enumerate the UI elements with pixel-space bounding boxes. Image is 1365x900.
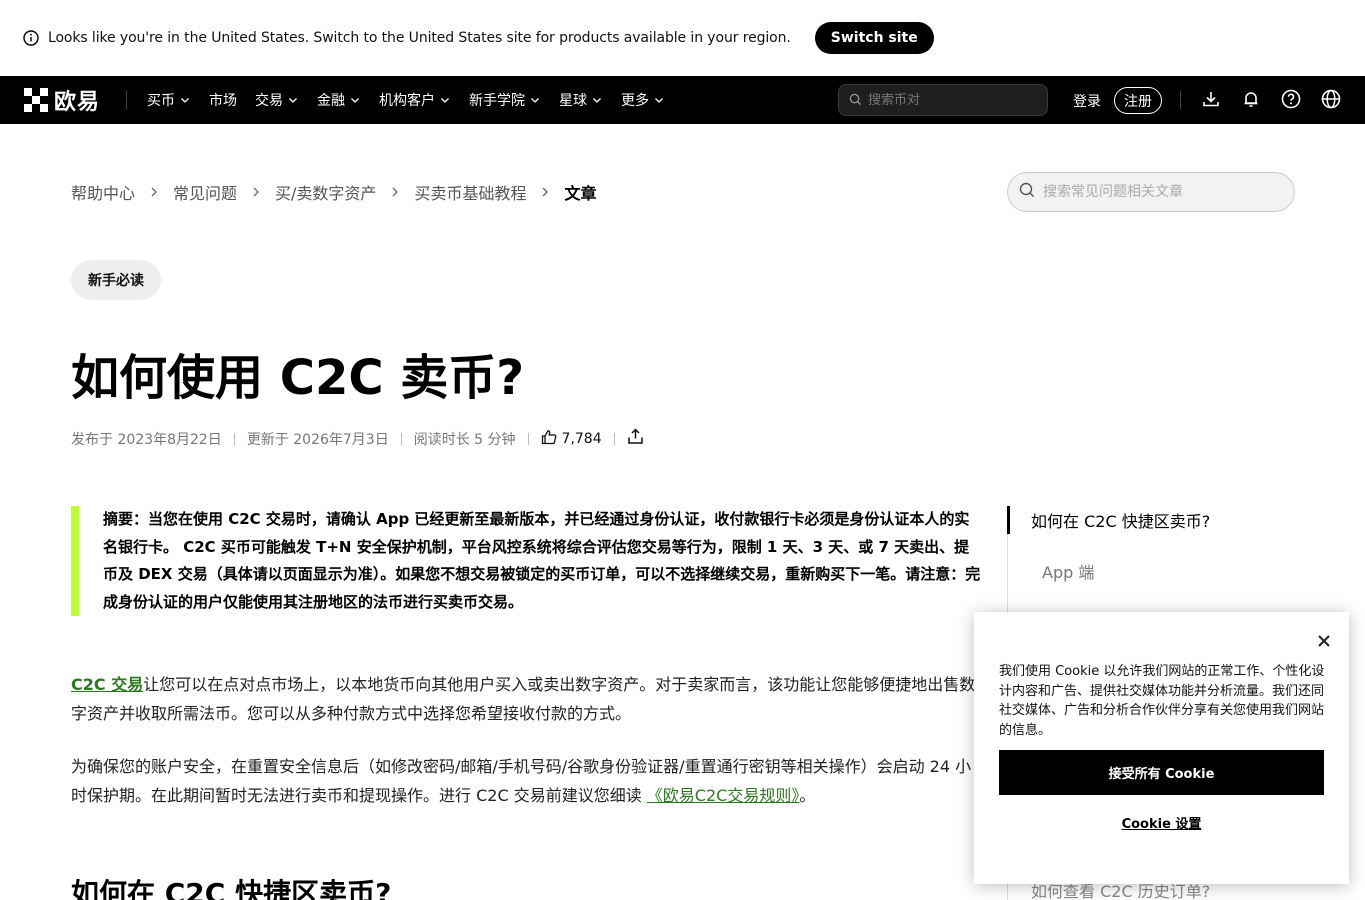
nav-item-label: 星球 — [559, 93, 588, 109]
cookie-text: 我们使用 Cookie 以允许我们网站的正常工作、个性化设计内容和广告、提供社交… — [999, 664, 1325, 738]
nav-item-more[interactable]: 更多 — [621, 90, 665, 110]
top-nav: 欧易 买币 市场 交易 金融 机构客户 新手学院 星球 更多 登录 注册 — [0, 76, 1365, 124]
article-meta: 发布于 2023年8月22日 更新于 2026年7月3日 阅读时长 5 分钟 7… — [71, 428, 644, 449]
article-tag[interactable]: 新手必读 — [71, 260, 161, 300]
breadcrumb-item-buy-sell[interactable]: 买/卖数字资产 — [275, 180, 376, 204]
globe-icon[interactable] — [1320, 88, 1342, 110]
thumbs-up-icon — [541, 429, 557, 449]
meta-divider — [400, 432, 402, 445]
breadcrumb-item-faq[interactable]: 常见问题 — [173, 180, 237, 204]
nav-item-trade[interactable]: 交易 — [255, 90, 299, 110]
help-search-input[interactable] — [1043, 184, 1283, 200]
chevron-down-icon — [349, 94, 361, 106]
nav-item-label: 市场 — [209, 93, 238, 109]
nav-item-buy[interactable]: 买币 — [147, 90, 191, 110]
switch-site-button[interactable]: Switch site — [814, 22, 934, 54]
meta-divider — [527, 432, 529, 445]
nav-item-institutional[interactable]: 机构客户 — [379, 90, 451, 110]
chevron-right-icon — [149, 186, 159, 198]
nav-icon-group — [1200, 88, 1360, 110]
updated-date: 更新于 2026年7月3日 — [246, 431, 389, 448]
meta-divider — [233, 432, 235, 445]
c2c-rules-link[interactable]: 《欧易C2C交易规则》 — [647, 786, 800, 805]
banner-text: Looks like you're in the United States. … — [48, 30, 791, 46]
nav-divider — [1180, 91, 1181, 109]
chevron-down-icon — [287, 94, 299, 106]
share-icon[interactable] — [627, 428, 644, 449]
nav-item-label: 更多 — [621, 93, 650, 109]
section-heading: 如何在 C2C 快捷区卖币? — [71, 877, 392, 900]
table-of-contents: 如何在 C2C 快捷区卖币? App 端 — [1007, 506, 1307, 583]
search-icon — [1019, 182, 1035, 202]
read-time: 阅读时长 5 分钟 — [413, 431, 516, 448]
nav-item-finance[interactable]: 金融 — [317, 90, 361, 110]
help-icon[interactable] — [1280, 88, 1302, 110]
logo-text: 欧易 — [54, 90, 101, 115]
breadcrumb-item-help-center[interactable]: 帮助中心 — [71, 180, 135, 204]
article-paragraph: C2C 交易让您可以在点对点市场上，以本地货币向其他用户买入或卖出数字资产。对于… — [71, 670, 976, 728]
close-icon[interactable] — [1317, 634, 1331, 648]
nav-item-planet[interactable]: 星球 — [559, 90, 603, 110]
like-count: 7,784 — [561, 430, 602, 447]
chevron-down-icon — [179, 94, 191, 106]
download-icon[interactable] — [1200, 88, 1222, 110]
page-title: 如何使用 C2C 卖币? — [71, 350, 525, 406]
nav-item-market[interactable]: 市场 — [209, 90, 237, 110]
breadcrumb: 帮助中心 常见问题 买/卖数字资产 买卖币基础教程 文章 — [71, 180, 596, 204]
paragraph-text: 。 — [799, 786, 816, 805]
nav-divider — [126, 91, 128, 109]
breadcrumb-current: 文章 — [564, 184, 597, 203]
bell-icon[interactable] — [1240, 88, 1262, 110]
article-paragraph: 为确保您的账户安全，在重置安全信息后（如修改密码/邮箱/手机号码/谷歌身份验证器… — [71, 752, 976, 810]
nav-search-input[interactable] — [868, 92, 1038, 108]
info-icon — [23, 30, 39, 46]
c2c-trade-link[interactable]: C2C 交易 — [71, 675, 143, 694]
okx-logo-icon — [24, 88, 48, 112]
paragraph-text: 为确保您的账户安全，在重置安全信息后（如修改密码/邮箱/手机号码/谷歌身份验证器… — [71, 757, 972, 805]
like-button[interactable]: 7,784 — [541, 429, 602, 449]
accept-cookies-button[interactable]: 接受所有 Cookie — [999, 750, 1324, 795]
nav-item-label: 机构客户 — [379, 93, 436, 109]
nav-item-label: 买币 — [147, 93, 176, 109]
toc-subitem[interactable]: App 端 — [1042, 559, 1307, 583]
chevron-down-icon — [529, 94, 541, 106]
nav-search-box[interactable] — [838, 84, 1048, 116]
nav-item-label: 新手学院 — [469, 93, 526, 109]
chevron-down-icon — [591, 94, 603, 106]
nav-item-label: 交易 — [255, 93, 284, 109]
published-date: 发布于 2023年8月22日 — [71, 431, 222, 448]
chevron-down-icon — [653, 94, 665, 106]
search-icon — [849, 91, 862, 110]
cookie-settings-link[interactable]: Cookie 设置 — [999, 813, 1324, 833]
chevron-right-icon — [390, 186, 400, 198]
chevron-down-icon — [439, 94, 451, 106]
help-search-box[interactable] — [1007, 172, 1295, 212]
article-summary: 摘要：当您在使用 C2C 交易时，请确认 App 已经更新至最新版本，并已经通过… — [71, 506, 983, 616]
toc-item-active[interactable]: 如何在 C2C 快捷区卖币? — [1007, 506, 1307, 534]
signup-button[interactable]: 注册 — [1114, 87, 1162, 114]
paragraph-text: 让您可以在点对点市场上，以本地货币向其他用户买入或卖出数字资产。对于卖家而言，该… — [71, 675, 976, 723]
nav-item-label: 金融 — [317, 93, 346, 109]
cookie-consent-dialog: 我们使用 Cookie 以允许我们网站的正常工作、个性化设计内容和广告、提供社交… — [974, 612, 1349, 884]
meta-divider — [613, 432, 615, 445]
breadcrumb-item-tutorial[interactable]: 买卖币基础教程 — [414, 180, 526, 204]
logo[interactable]: 欧易 — [24, 84, 100, 116]
chevron-right-icon — [251, 186, 261, 198]
login-link[interactable]: 登录 — [1073, 91, 1101, 111]
chevron-right-icon — [540, 186, 550, 198]
region-banner: Looks like you're in the United States. … — [0, 0, 1365, 76]
nav-item-academy[interactable]: 新手学院 — [469, 90, 541, 110]
nav-menu: 买币 市场 交易 金融 机构客户 新手学院 星球 更多 — [147, 90, 683, 110]
